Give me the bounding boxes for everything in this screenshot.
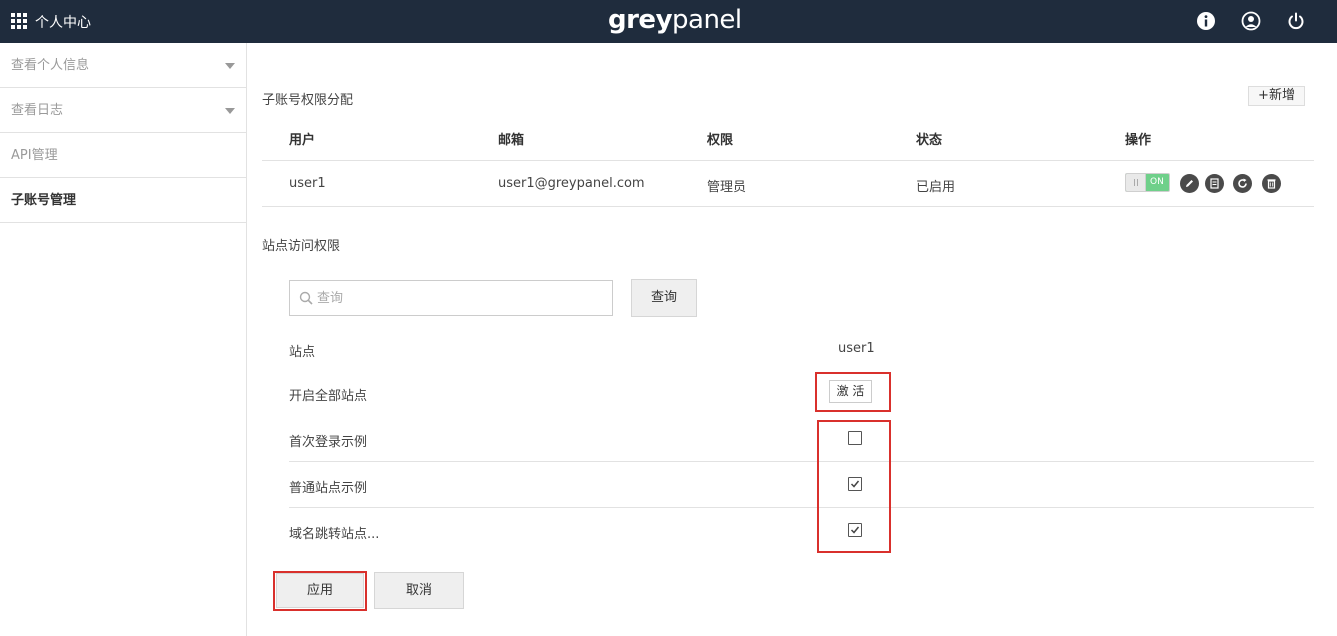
page-title[interactable]: 个人中心 (35, 12, 91, 32)
checkmark-icon (850, 480, 860, 488)
sidebar: 查看个人信息 查看日志 API管理 子账号管理 (0, 43, 247, 636)
search-input[interactable] (317, 287, 597, 309)
chevron-down-icon (225, 108, 235, 114)
column-header-user: 用户 (289, 133, 316, 148)
site-checkbox[interactable] (848, 431, 862, 445)
site-search-field[interactable] (289, 280, 613, 316)
divider (289, 461, 1314, 462)
edit-icon[interactable] (1180, 174, 1199, 193)
info-icon[interactable] (1196, 11, 1216, 31)
cell-role: 管理员 (707, 180, 747, 195)
site-access-section-title: 站点访问权限 (262, 239, 341, 254)
cell-email: user1@greypanel.com (498, 176, 645, 191)
status-toggle[interactable]: ON (1125, 173, 1170, 192)
divider (262, 160, 1314, 161)
sidebar-item-profile[interactable]: 查看个人信息 (0, 43, 246, 88)
divider (289, 507, 1314, 508)
site-name: 域名跳转站点... (289, 527, 380, 542)
grid-icon[interactable] (11, 13, 27, 29)
user-icon[interactable] (1241, 11, 1261, 31)
power-icon[interactable] (1286, 11, 1306, 31)
refresh-icon[interactable] (1233, 174, 1252, 193)
add-subaccount-button[interactable]: +新增 (1248, 86, 1305, 106)
column-header-actions: 操作 (1125, 133, 1152, 148)
activate-button[interactable]: 激 活 (829, 380, 872, 403)
document-icon[interactable] (1205, 174, 1224, 193)
query-button[interactable]: 查询 (631, 279, 697, 317)
chevron-down-icon (225, 63, 235, 69)
top-bar: 个人中心 greypanel (0, 0, 1337, 43)
greypanel-logo: greypanel (608, 5, 742, 35)
toggle-label: ON (1150, 177, 1164, 187)
column-header-role: 权限 (707, 133, 734, 148)
toggle-knob (1126, 174, 1146, 191)
site-checkbox[interactable] (848, 523, 862, 537)
divider (262, 206, 1314, 207)
site-checkbox[interactable] (848, 477, 862, 491)
search-icon (299, 291, 313, 305)
subaccount-section-title: 子账号权限分配 (262, 93, 354, 108)
enable-all-sites-label: 开启全部站点 (289, 389, 368, 404)
trash-icon[interactable] (1262, 174, 1281, 193)
cell-user: user1 (289, 176, 326, 191)
sidebar-item-api[interactable]: API管理 (0, 133, 246, 178)
column-header-email: 邮箱 (498, 133, 525, 148)
checkmark-icon (850, 526, 860, 534)
site-column-header: 站点 (289, 345, 316, 360)
user-column-header: user1 (838, 341, 875, 356)
cancel-button[interactable]: 取消 (374, 572, 464, 609)
column-header-status: 状态 (916, 133, 943, 148)
cell-status: 已启用 (916, 180, 956, 195)
sidebar-item-logs[interactable]: 查看日志 (0, 88, 246, 133)
site-name: 普通站点示例 (289, 481, 368, 496)
apply-button[interactable]: 应用 (276, 573, 364, 608)
sidebar-item-subaccounts[interactable]: 子账号管理 (0, 178, 246, 223)
site-name: 首次登录示例 (289, 435, 368, 450)
